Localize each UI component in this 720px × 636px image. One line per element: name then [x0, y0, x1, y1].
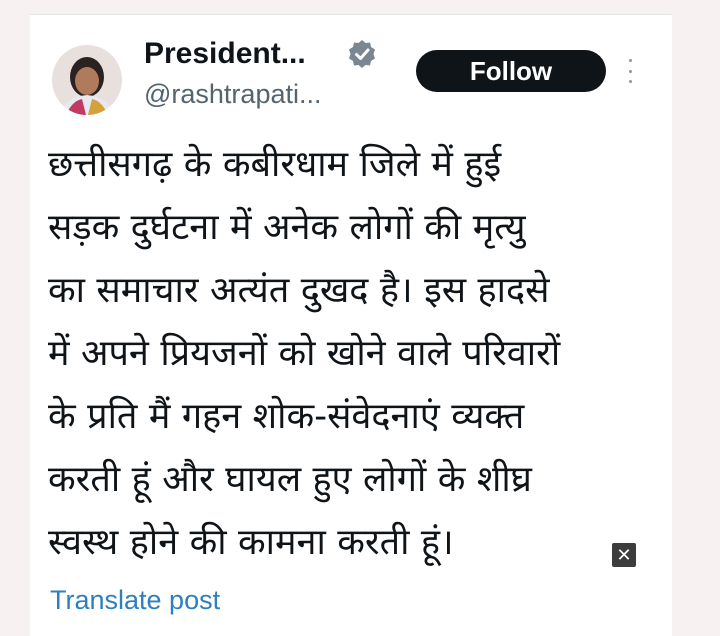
translate-post-link[interactable]: Translate post [50, 585, 220, 616]
user-handle[interactable]: @rashtrapati... [144, 79, 321, 110]
follow-button[interactable]: Follow [416, 50, 606, 92]
more-options-icon[interactable] [626, 59, 634, 83]
post-line: सड़क दुर्घटना में अनेक लोगों की मृत्यु [48, 207, 526, 248]
avatar[interactable] [52, 45, 122, 115]
close-icon[interactable]: ✕ [612, 543, 636, 567]
verified-badge-icon [349, 40, 375, 68]
post-line: में अपने प्रियजनों को खोने वाले परिवारों [48, 333, 561, 374]
display-name[interactable]: President... [144, 37, 306, 71]
post-line: स्वस्थ होने की कामना करती हूं। [48, 522, 454, 563]
post-line: का समाचार अत्यंत दुखद है। इस हादसे [48, 270, 550, 311]
tweet-card: President... @rashtrapati... Follow छत्त… [30, 14, 672, 636]
post-line: छत्तीसगढ़ के कबीरधाम जिले में हुई [48, 144, 502, 185]
post-line: के प्रति मैं गहन शोक-संवेदनाएं व्यक्त [48, 396, 525, 437]
post-text: छत्तीसगढ़ के कबीरधाम जिले में हुई सड़क द… [48, 133, 658, 574]
post-line: करती हूं और घायल हुए लोगों के शीघ्र [48, 459, 532, 500]
